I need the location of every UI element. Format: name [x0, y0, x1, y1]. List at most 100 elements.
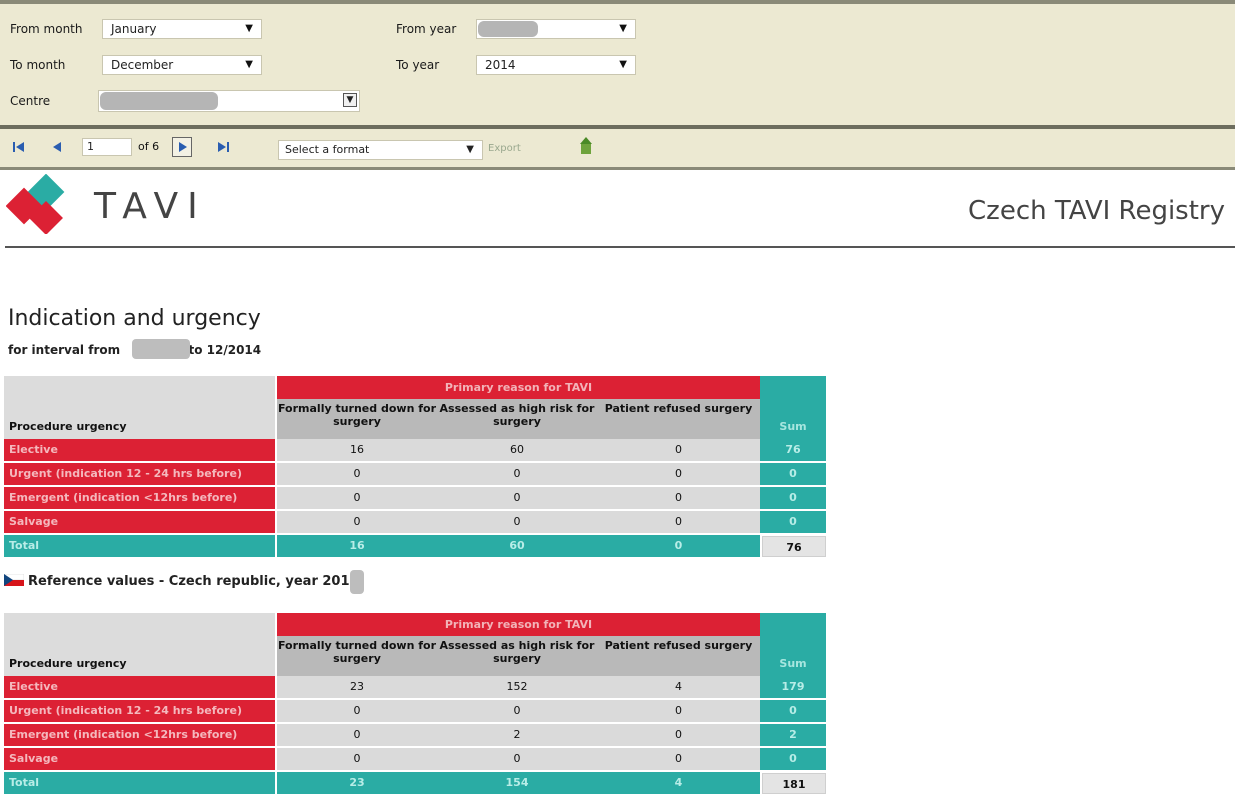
grand-total: 181: [762, 773, 826, 794]
table-corner-header: Procedure urgency: [4, 376, 275, 439]
column-header: Patient refused surgery: [597, 399, 760, 439]
reference-text: Reference values - Czech republic, year …: [28, 574, 350, 589]
total-cell: 60: [437, 535, 597, 557]
dropdown-arrow-icon: ▼: [343, 93, 357, 107]
total-label: Total: [4, 772, 275, 794]
to-year-select[interactable]: 2014 ▼: [476, 55, 636, 75]
sum-header: Sum: [760, 613, 826, 676]
total-cell: 4: [597, 772, 760, 794]
report-title: Indication and urgency: [8, 306, 261, 331]
row-sum: 76: [760, 439, 826, 463]
page-count-text: of 6: [138, 140, 160, 153]
column-header: Assessed as high risk for surgery: [437, 399, 597, 439]
first-page-icon[interactable]: [12, 141, 26, 153]
page-number-value: 1: [87, 140, 94, 153]
header-rule: [5, 246, 1235, 248]
from-year-select[interactable]: ▼: [476, 19, 636, 39]
to-month-select[interactable]: December ▼: [102, 55, 262, 75]
reference-heading: Reference values - Czech republic, year …: [4, 574, 350, 589]
table-cell: 0: [597, 487, 760, 511]
redacted-block: [350, 570, 364, 594]
total-label: Total: [4, 535, 275, 557]
grand-total: 76: [762, 536, 826, 557]
table-cell: 2: [437, 724, 597, 748]
column-header: Formally turned down for surgery: [277, 636, 437, 676]
to-month-value: December: [111, 58, 174, 72]
to-year-value: 2014: [485, 58, 516, 72]
centre-label: Centre: [10, 94, 51, 108]
table-cell: 0: [277, 748, 437, 772]
total-cell: 16: [277, 535, 437, 557]
format-select[interactable]: Select a format ▼: [278, 140, 483, 160]
row-sum: 2: [760, 724, 826, 748]
primary-reason-header: Primary reason for TAVI: [277, 613, 760, 636]
redacted-block: [478, 21, 538, 37]
table-cell: 60: [437, 439, 597, 463]
table-cell: 0: [277, 487, 437, 511]
table-cell: 0: [437, 487, 597, 511]
total-cell: 23: [277, 772, 437, 794]
table-cell: 0: [437, 748, 597, 772]
table-cell: 0: [277, 724, 437, 748]
row-sum: 179: [760, 676, 826, 700]
dropdown-arrow-icon: ▼: [619, 59, 627, 70]
table-cell: 0: [277, 463, 437, 487]
next-page-icon: [179, 142, 187, 152]
total-cell: 0: [597, 535, 760, 557]
from-month-label: From month: [10, 22, 83, 36]
toolbar-separator: [0, 167, 1235, 170]
dropdown-arrow-icon: ▼: [466, 144, 474, 155]
subtitle-suffix: to 12/2014: [188, 343, 262, 357]
tavi-logo-icon: [6, 174, 65, 234]
column-header: Assessed as high risk for surgery: [437, 636, 597, 676]
refresh-icon[interactable]: [578, 136, 594, 156]
column-header: Formally turned down for surgery: [277, 399, 437, 439]
table-cell: 0: [277, 700, 437, 724]
redacted-block: [100, 92, 218, 110]
czech-flag-icon: [4, 574, 24, 586]
to-year-label: To year: [396, 58, 440, 72]
table-cell: 16: [277, 439, 437, 463]
next-page-button[interactable]: [172, 137, 192, 157]
total-cell: 154: [437, 772, 597, 794]
table-cell: 0: [597, 700, 760, 724]
row-sum: 0: [760, 487, 826, 511]
parameter-panel: From month January ▼ From year ▼ To mont…: [0, 4, 1235, 125]
from-month-value: January: [111, 22, 157, 36]
centre-select[interactable]: ▼: [98, 90, 360, 112]
table-cell: 0: [597, 439, 760, 463]
row-header: Salvage: [4, 748, 275, 772]
export-link[interactable]: Export: [488, 143, 521, 154]
previous-page-icon[interactable]: [52, 141, 62, 153]
row-header: Elective: [4, 439, 275, 463]
redacted-block: [132, 339, 190, 359]
row-sum: 0: [760, 700, 826, 724]
table-corner-header: Procedure urgency: [4, 613, 275, 676]
subtitle-prefix: for interval from: [8, 343, 121, 357]
row-header: Emergent (indication <12hrs before): [4, 724, 275, 748]
table-cell: 0: [277, 511, 437, 535]
row-header: Urgent (indication 12 - 24 hrs before): [4, 463, 275, 487]
table-cell: 0: [597, 724, 760, 748]
row-header: Urgent (indication 12 - 24 hrs before): [4, 700, 275, 724]
page-number-input[interactable]: 1: [82, 138, 132, 156]
from-month-select[interactable]: January ▼: [102, 19, 262, 39]
row-sum: 0: [760, 463, 826, 487]
row-header: Emergent (indication <12hrs before): [4, 487, 275, 511]
table-cell: 23: [277, 676, 437, 700]
to-month-label: To month: [10, 58, 66, 72]
report-toolbar: 1 of 6 Select a format ▼ Export: [0, 129, 1235, 167]
table-cell: 0: [437, 700, 597, 724]
column-header: Patient refused surgery: [597, 636, 760, 676]
format-value: Select a format: [285, 143, 370, 156]
sum-header: Sum: [760, 376, 826, 439]
table-cell: 152: [437, 676, 597, 700]
last-page-icon[interactable]: [216, 141, 230, 153]
registry-title: Czech TAVI Registry: [968, 196, 1225, 226]
dropdown-arrow-icon: ▼: [245, 59, 253, 70]
table-cell: 0: [437, 463, 597, 487]
row-sum: 0: [760, 748, 826, 772]
table-cell: 0: [597, 511, 760, 535]
table-cell: 4: [597, 676, 760, 700]
row-header: Elective: [4, 676, 275, 700]
